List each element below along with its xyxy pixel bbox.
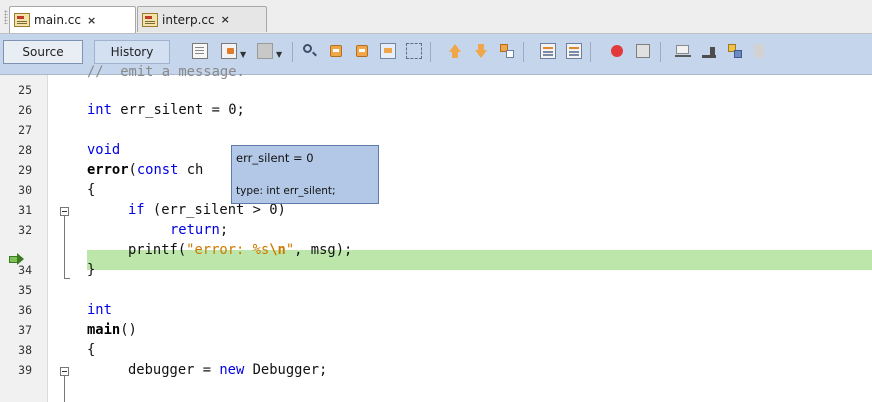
code-text: debugger = new Debugger; xyxy=(128,362,328,378)
find-icon[interactable] xyxy=(302,43,318,59)
code-line: 28 void xyxy=(0,140,872,160)
rectangular-selection-icon[interactable] xyxy=(406,43,422,59)
tab-main-cc[interactable]: main.cc × xyxy=(9,6,136,33)
code-text: main() xyxy=(87,322,137,338)
tooltip-value: err_silent = 0 xyxy=(236,151,314,165)
close-tab-icon[interactable]: × xyxy=(221,13,230,26)
back-dropdown-icon[interactable]: ▼ xyxy=(240,50,246,59)
code-text: { xyxy=(87,182,96,198)
code-line: 39 debugger = new Debugger; xyxy=(0,360,872,380)
code-line: 38 { xyxy=(0,340,872,360)
tab-label: interp.cc xyxy=(162,12,215,27)
code-line: 36 int xyxy=(0,300,872,320)
code-text: int err_silent = 0; xyxy=(87,102,245,118)
next-bookmark-icon[interactable] xyxy=(473,43,489,59)
comment-icon[interactable] xyxy=(675,43,691,59)
drag-grip-icon[interactable] xyxy=(4,10,8,24)
code-text: void xyxy=(87,142,121,158)
code-line: 27 xyxy=(0,120,872,140)
stop-macro-recording-icon[interactable] xyxy=(636,44,650,58)
line-number: 29 xyxy=(18,163,32,177)
code-line: 34 } xyxy=(0,260,872,280)
shift-right-icon[interactable] xyxy=(566,43,582,59)
line-number: 28 xyxy=(18,143,32,157)
toolbar-separator xyxy=(590,42,591,62)
code-text: // emit a message. xyxy=(87,64,245,80)
tab-interp-cc[interactable]: interp.cc × xyxy=(137,6,267,32)
code-editor[interactable]: // emit a message. 25 26 int err_silent … xyxy=(0,64,872,402)
toolbar-separator xyxy=(660,42,661,62)
line-number: 37 xyxy=(18,323,32,337)
code-line: // emit a message. xyxy=(0,62,872,82)
tooltip-type: type: int err_silent; xyxy=(236,185,336,197)
last-edit-icon[interactable] xyxy=(192,43,208,59)
source-view-button[interactable]: Source xyxy=(3,40,83,64)
cpp-file-icon xyxy=(142,12,158,27)
start-macro-recording-icon[interactable] xyxy=(609,43,625,59)
code-text: int xyxy=(87,302,112,318)
code-line: 37 main() xyxy=(0,320,872,340)
shift-left-icon[interactable] xyxy=(540,43,556,59)
line-number: 34 xyxy=(18,263,32,277)
database-icon[interactable] xyxy=(751,43,767,59)
line-number: 36 xyxy=(18,303,32,317)
code-line: 25 xyxy=(0,80,872,100)
code-text: { xyxy=(87,342,96,358)
forward-dropdown-icon[interactable]: ▼ xyxy=(276,50,282,59)
toolbar-separator xyxy=(430,42,431,62)
cpp-file-icon xyxy=(14,13,30,27)
code-text: error(const ch xyxy=(87,162,204,178)
forward-icon[interactable] xyxy=(257,43,273,59)
run-tests-icon[interactable] xyxy=(727,43,743,59)
find-previous-icon[interactable] xyxy=(328,43,344,59)
close-tab-icon[interactable]: × xyxy=(87,14,96,27)
line-number: 26 xyxy=(18,103,32,117)
variable-value-tooltip: err_silent = 0 type: int err_silent; xyxy=(231,145,379,204)
code-line: 30 { xyxy=(0,180,872,200)
tab-label: main.cc xyxy=(34,13,81,27)
code-line: 26 int err_silent = 0; xyxy=(0,100,872,120)
code-line: 29 error(const ch xyxy=(0,160,872,180)
line-number: 25 xyxy=(18,83,32,97)
line-number: 31 xyxy=(18,203,32,217)
code-text: return; xyxy=(170,222,229,238)
uncomment-icon[interactable] xyxy=(701,43,717,59)
toolbar-separator xyxy=(292,42,293,62)
editor-tab-bar: main.cc × interp.cc × xyxy=(0,0,872,34)
back-icon[interactable] xyxy=(221,43,237,59)
previous-bookmark-icon[interactable] xyxy=(447,43,463,59)
current-code-line: 33 printf("error: %s\n", msg); xyxy=(0,240,872,260)
code-line: 32 return; xyxy=(0,220,872,240)
line-number: 38 xyxy=(18,343,32,357)
toggle-highlight-icon[interactable] xyxy=(380,43,396,59)
line-number: 30 xyxy=(18,183,32,197)
history-view-button[interactable]: History xyxy=(94,40,170,64)
code-text: } xyxy=(87,262,96,278)
code-text: printf("error: %s\n", msg); xyxy=(128,242,353,258)
line-number: 35 xyxy=(18,283,32,297)
code-line: 35 xyxy=(0,280,872,300)
find-next-icon[interactable] xyxy=(354,43,370,59)
line-number: 32 xyxy=(18,223,32,237)
toolbar-separator xyxy=(523,42,524,62)
code-line: 31 if (err_silent > 0) xyxy=(0,200,872,220)
toggle-bookmark-icon[interactable] xyxy=(499,43,515,59)
line-number: 39 xyxy=(18,363,32,377)
line-number: 27 xyxy=(18,123,32,137)
